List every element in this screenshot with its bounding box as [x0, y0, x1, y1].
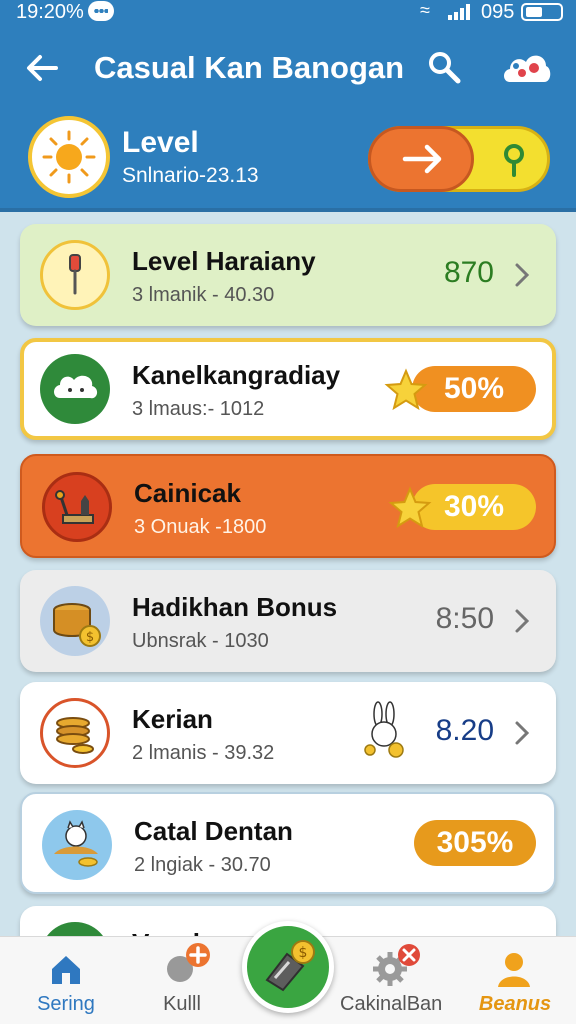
cat-coin-icon	[42, 810, 112, 880]
mode-toggle[interactable]	[368, 126, 550, 192]
chat-icon	[88, 1, 114, 21]
svg-text:$: $	[299, 945, 308, 961]
coin-stack-icon	[40, 698, 110, 768]
item-title: Cainicak	[134, 478, 241, 508]
pill-value: 305%	[436, 826, 514, 859]
level-title: Level	[122, 126, 199, 159]
thermometer-icon	[40, 240, 110, 310]
progress-pill: 50%	[412, 366, 536, 412]
arrow-right-icon	[402, 144, 442, 174]
star-icon	[384, 368, 428, 411]
profile-panel: Level Snlnario-23.13	[0, 112, 576, 202]
pin-icon	[504, 144, 524, 177]
nav-item-home[interactable]: Sering	[24, 937, 108, 1024]
person-icon	[498, 953, 530, 987]
item-title: Catal Dentan	[134, 816, 293, 846]
sun-icon[interactable]	[28, 116, 110, 198]
svg-text:$: $	[86, 630, 94, 645]
battery-text: 095	[481, 1, 515, 23]
list-item[interactable]: $ Hadikhan Bonus Ubnsrak - 1030 8:50	[20, 570, 556, 672]
nav-item-cakinalban[interactable]: CakinalBan	[340, 937, 443, 1024]
item-value: 870	[443, 256, 494, 289]
item-title: Kanelkangradiay	[132, 360, 341, 390]
wifi-icon: ≈	[420, 0, 430, 20]
center-action-button[interactable]: $	[242, 921, 334, 1013]
pill-value: 50%	[443, 372, 505, 405]
coin-drum-icon: $	[40, 586, 110, 656]
item-title: Hadikhan Bonus	[132, 592, 338, 622]
list-item[interactable]: Cainicak 3 Onuak -1800 30%	[20, 454, 556, 558]
app-title: Casual Kan Banogan	[94, 50, 405, 85]
star-icon	[388, 486, 432, 529]
bunny-icon	[364, 701, 404, 758]
chevron-right-icon	[515, 263, 530, 287]
nav-label: CakinalBan	[340, 993, 443, 1015]
battery-icon	[521, 3, 563, 21]
back-arrow-icon[interactable]	[24, 50, 60, 86]
item-title: Kerian	[132, 704, 213, 734]
level-subtitle: Snlnario-23.13	[122, 164, 259, 187]
status-bar: 19:20% ≈ 095	[0, 0, 576, 26]
top-bar: Casual Kan Banogan	[0, 40, 576, 96]
leaf-icon	[40, 922, 110, 936]
list-item[interactable]: Catal Dentan 2 lngiak - 30.70 305%	[20, 792, 556, 894]
cloud-face-icon	[40, 354, 110, 424]
cat-icon	[42, 472, 112, 542]
list-item[interactable]: Level Haraiany 3 lmanik - 40.30 870	[20, 224, 556, 326]
nav-item-beanus[interactable]: Beanus	[470, 937, 560, 1024]
home-icon	[52, 956, 80, 984]
item-value: 8.20	[435, 714, 494, 747]
chevron-right-icon	[515, 721, 530, 745]
nav-label: Kulll	[163, 993, 201, 1015]
app-header: 19:20% ≈ 095 Casual Kan Banogan Level Sn…	[0, 0, 576, 212]
search-icon[interactable]	[427, 50, 461, 84]
list-item[interactable]: Kanelkangradiay 3 lmaus:- 1012 50%	[20, 338, 556, 440]
nav-label: Sering	[37, 993, 95, 1015]
item-subtitle: 3 Onuak -1800	[134, 516, 267, 538]
ball-icon	[167, 943, 210, 982]
cloud-icon[interactable]	[500, 46, 552, 88]
status-time: 19:20%	[16, 1, 84, 23]
toggle-knob[interactable]	[368, 126, 474, 192]
gear-icon	[373, 944, 420, 986]
nav-label: Beanus	[478, 993, 552, 1015]
progress-pill: 305%	[414, 820, 536, 866]
signal-icon	[448, 4, 472, 20]
level-list: Level Haraiany 3 lmanik - 40.30 870 Kane…	[0, 216, 576, 936]
item-subtitle: Ubnsrak - 1030	[132, 630, 269, 652]
item-subtitle: 3 lmanik - 40.30	[132, 284, 275, 306]
item-value: 8:50	[435, 602, 494, 635]
item-title: Vanal	[132, 928, 200, 936]
coin-note-icon: $	[265, 940, 315, 992]
pill-value: 30%	[443, 490, 505, 523]
item-title: Level Haraiany	[132, 246, 316, 276]
item-subtitle: 2 lngiak - 30.70	[134, 854, 271, 876]
item-subtitle: 2 lmanis - 39.32	[132, 742, 275, 764]
bottom-nav: Sering Kulll $ CakinalBan Beanus	[0, 921, 576, 1024]
chevron-right-icon	[515, 609, 530, 633]
list-item[interactable]: Kerian 2 lmanis - 39.32 8.20	[20, 682, 556, 784]
nav-item-kulll[interactable]: Kulll	[142, 937, 222, 1024]
item-subtitle: 3 lmaus:- 1012	[132, 398, 265, 420]
